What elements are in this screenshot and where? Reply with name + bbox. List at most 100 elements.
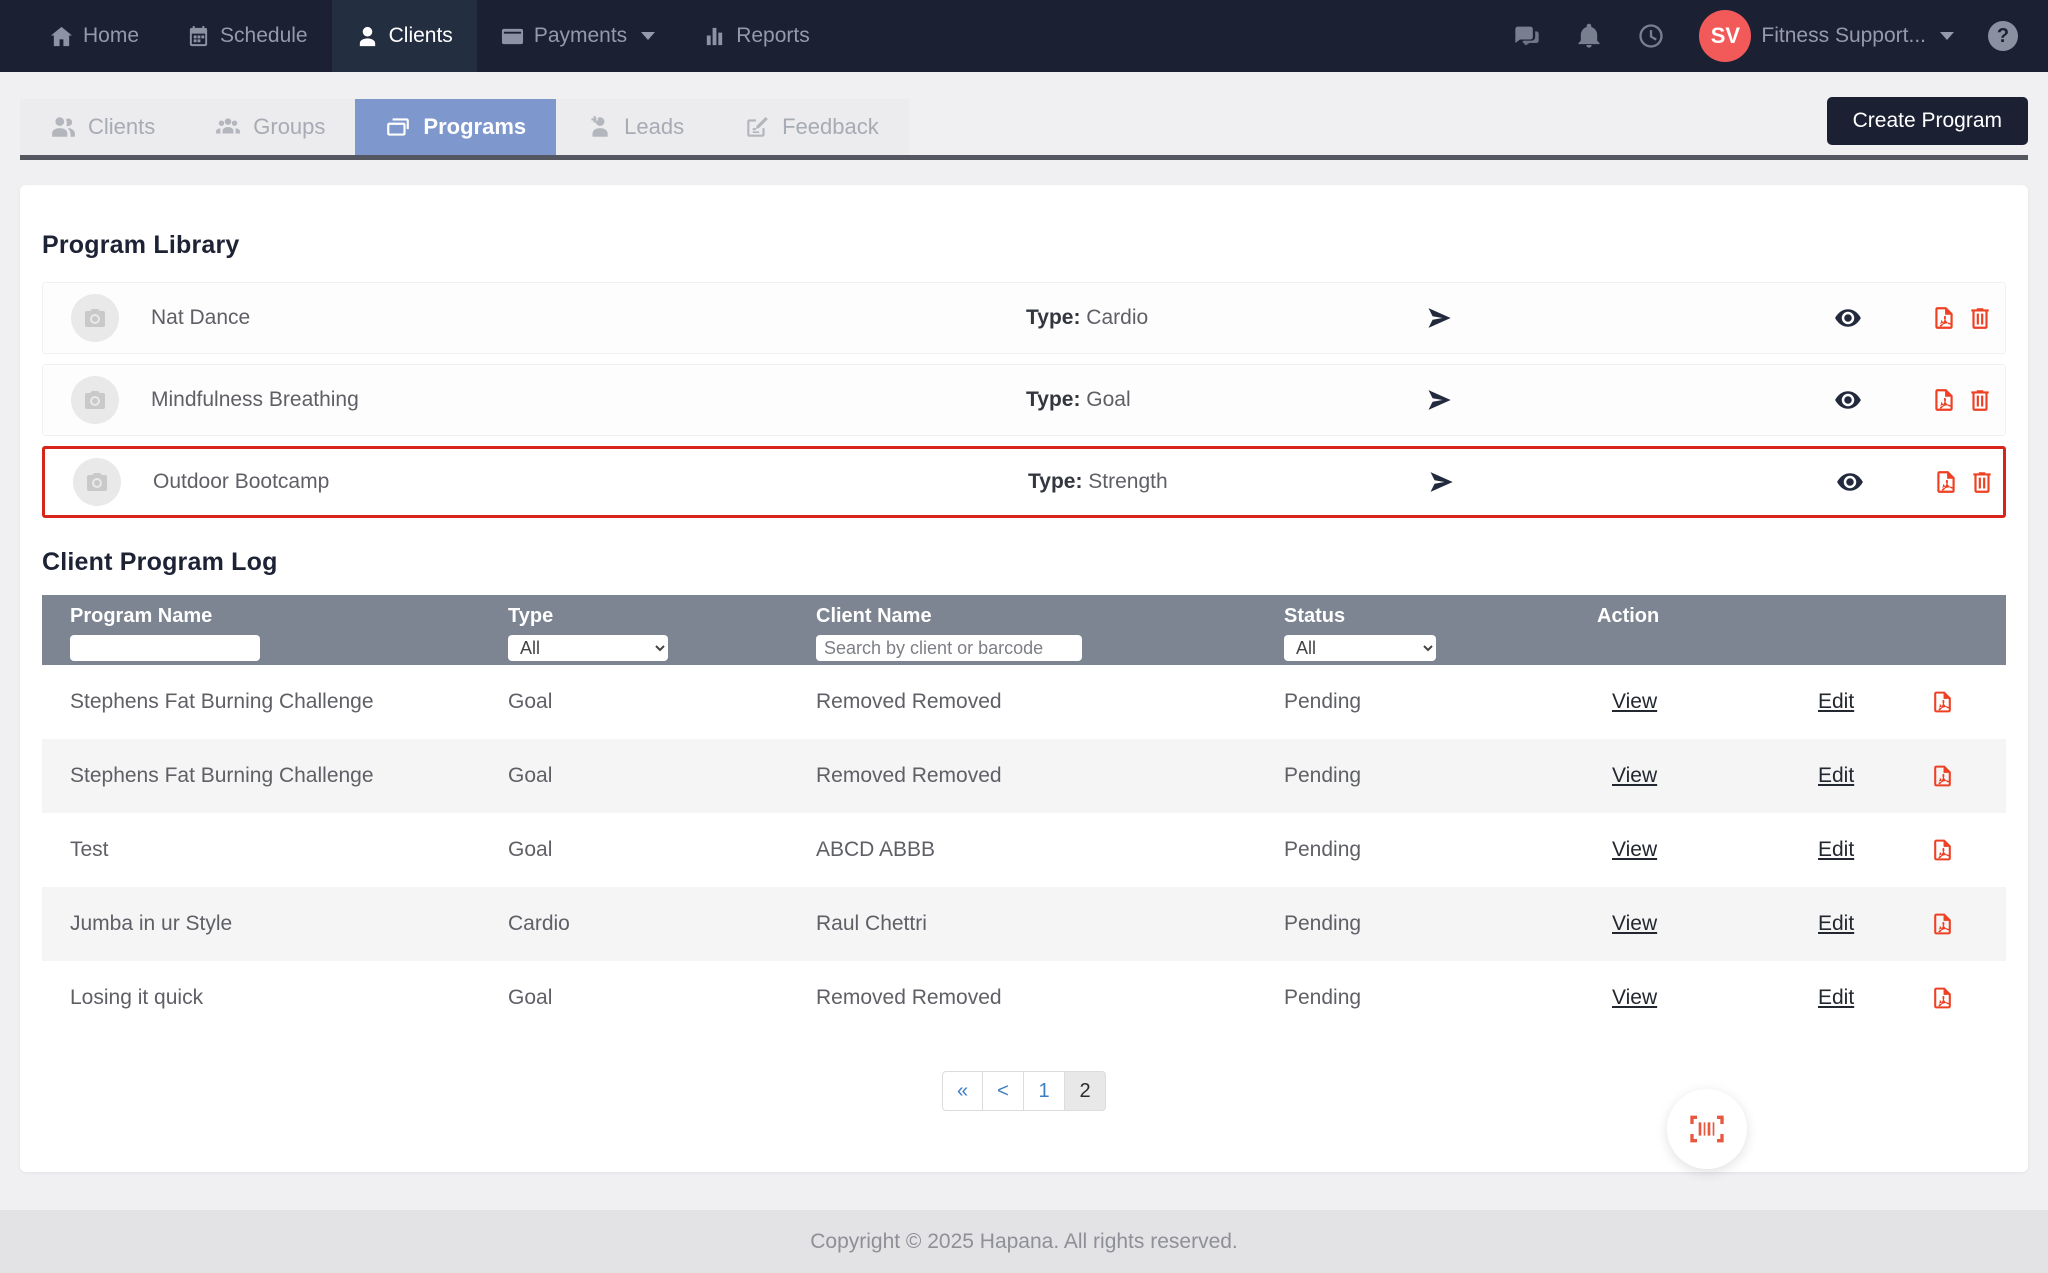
edit-link[interactable]: Edit <box>1818 838 1854 862</box>
edit-link[interactable]: Edit <box>1818 986 1854 1010</box>
create-program-button[interactable]: Create Program <box>1827 97 2028 145</box>
nav-item-reports[interactable]: Reports <box>679 0 834 72</box>
client-program-log-table: Program Name Type Client Name Status Act… <box>42 595 2006 1035</box>
nav-items: Home Schedule Clients Payments Reports <box>0 0 834 72</box>
cell-type: Goal <box>508 764 552 788</box>
tab-clients[interactable]: Clients <box>20 99 185 155</box>
program-type: Type: Goal <box>1026 388 1131 412</box>
delete-program-button[interactable] <box>1967 305 1993 331</box>
row-pdf-button[interactable] <box>1930 690 1955 715</box>
pdf-file-icon <box>1930 838 1955 863</box>
view-link[interactable]: View <box>1612 690 1657 714</box>
tab-label: Programs <box>423 114 526 140</box>
barcode-scan-icon <box>1687 1109 1727 1149</box>
trash-icon <box>1969 469 1995 495</box>
table-header: Program Name Type Client Name Status Act… <box>42 595 2006 665</box>
row-pdf-button[interactable] <box>1930 764 1955 789</box>
cell-client: Raul Chettri <box>816 912 927 936</box>
nav-item-home[interactable]: Home <box>26 0 163 72</box>
cell-status: Pending <box>1284 912 1361 936</box>
table-row: Test Goal ABCD ABBB Pending View Edit <box>42 813 2006 887</box>
cell-program: Stephens Fat Burning Challenge <box>70 764 374 788</box>
cell-program: Stephens Fat Burning Challenge <box>70 690 374 714</box>
row-pdf-button[interactable] <box>1930 912 1955 937</box>
client-program-log-title: Client Program Log <box>42 548 2006 577</box>
nav-item-label: Reports <box>736 24 810 48</box>
cell-client: Removed Removed <box>816 690 1002 714</box>
home-icon <box>50 25 73 48</box>
pdf-file-icon <box>1930 764 1955 789</box>
view-program-button[interactable] <box>1833 303 1863 333</box>
tab-feedback[interactable]: Feedback <box>714 99 909 155</box>
send-program-button[interactable] <box>1425 304 1453 332</box>
pagination-page-2-active[interactable]: 2 <box>1065 1071 1106 1111</box>
tab-leads[interactable]: Leads <box>556 99 714 155</box>
help-icon[interactable]: ? <box>1988 21 2018 51</box>
pdf-download-button[interactable] <box>1931 387 1957 413</box>
view-link[interactable]: View <box>1612 912 1657 936</box>
clock-icon[interactable] <box>1637 22 1665 50</box>
edit-link[interactable]: Edit <box>1818 690 1854 714</box>
type-value: Goal <box>1086 388 1130 411</box>
footer: Copyright © 2025 Hapana. All rights rese… <box>0 1210 2048 1273</box>
cell-program: Losing it quick <box>70 986 203 1010</box>
pagination-first-button[interactable]: « <box>942 1071 983 1111</box>
nav-item-payments[interactable]: Payments <box>477 0 679 72</box>
view-program-button[interactable] <box>1835 467 1865 497</box>
cell-client: ABCD ABBB <box>816 838 935 862</box>
edit-link[interactable]: Edit <box>1818 912 1854 936</box>
pagination-page-1[interactable]: 1 <box>1024 1071 1065 1111</box>
send-program-button[interactable] <box>1427 468 1455 496</box>
tab-label: Clients <box>88 114 155 140</box>
program-row: Mindfulness Breathing Type: Goal <box>42 364 2006 436</box>
view-link[interactable]: View <box>1612 838 1657 862</box>
program-name: Nat Dance <box>151 306 250 330</box>
column-header-program-name: Program Name <box>70 605 212 628</box>
trash-icon <box>1967 305 1993 331</box>
type-label: Type: <box>1026 306 1080 329</box>
paper-plane-icon <box>1425 386 1453 414</box>
view-link[interactable]: View <box>1612 764 1657 788</box>
paper-plane-icon <box>1425 304 1453 332</box>
status-filter-select[interactable]: All <box>1284 635 1436 661</box>
calendar-icon <box>187 25 210 48</box>
user-name-label: Fitness Support... <box>1761 24 1926 48</box>
note-edit-icon <box>744 114 770 140</box>
view-link[interactable]: View <box>1612 986 1657 1010</box>
type-label: Type: <box>1026 388 1080 411</box>
edit-link[interactable]: Edit <box>1818 764 1854 788</box>
tab-groups[interactable]: Groups <box>185 99 355 155</box>
send-program-button[interactable] <box>1425 386 1453 414</box>
row-pdf-button[interactable] <box>1930 838 1955 863</box>
chat-icon[interactable] <box>1513 22 1541 50</box>
pdf-download-button[interactable] <box>1931 305 1957 331</box>
cell-status: Pending <box>1284 838 1361 862</box>
barcode-scan-fab[interactable] <box>1667 1089 1747 1169</box>
pagination-prev-button[interactable]: < <box>983 1071 1024 1111</box>
program-library-title: Program Library <box>42 231 2006 260</box>
program-name-filter-input[interactable] <box>70 635 260 661</box>
trash-icon <box>1967 387 1993 413</box>
nav-item-clients[interactable]: Clients <box>332 0 477 72</box>
type-label: Type: <box>1028 470 1082 493</box>
column-header-status: Status <box>1284 605 1345 628</box>
nav-right-controls: SV Fitness Support... ? <box>1513 0 2048 72</box>
program-name: Mindfulness Breathing <box>151 388 359 412</box>
person-icon <box>356 25 379 48</box>
client-search-input[interactable] <box>816 635 1082 661</box>
program-image-placeholder <box>73 458 121 506</box>
row-pdf-button[interactable] <box>1930 986 1955 1011</box>
user-menu[interactable]: SV Fitness Support... <box>1699 10 1954 62</box>
table-row: Stephens Fat Burning Challenge Goal Remo… <box>42 665 2006 739</box>
cell-type: Cardio <box>508 912 570 936</box>
bell-icon[interactable] <box>1575 22 1603 50</box>
view-program-button[interactable] <box>1833 385 1863 415</box>
type-filter-select[interactable]: All <box>508 635 668 661</box>
delete-program-button[interactable] <box>1967 387 1993 413</box>
nav-item-schedule[interactable]: Schedule <box>163 0 332 72</box>
program-image-placeholder <box>71 376 119 424</box>
tab-programs[interactable]: Programs <box>355 99 556 155</box>
delete-program-button[interactable] <box>1969 469 1995 495</box>
cell-type: Goal <box>508 690 552 714</box>
pdf-download-button[interactable] <box>1933 469 1959 495</box>
